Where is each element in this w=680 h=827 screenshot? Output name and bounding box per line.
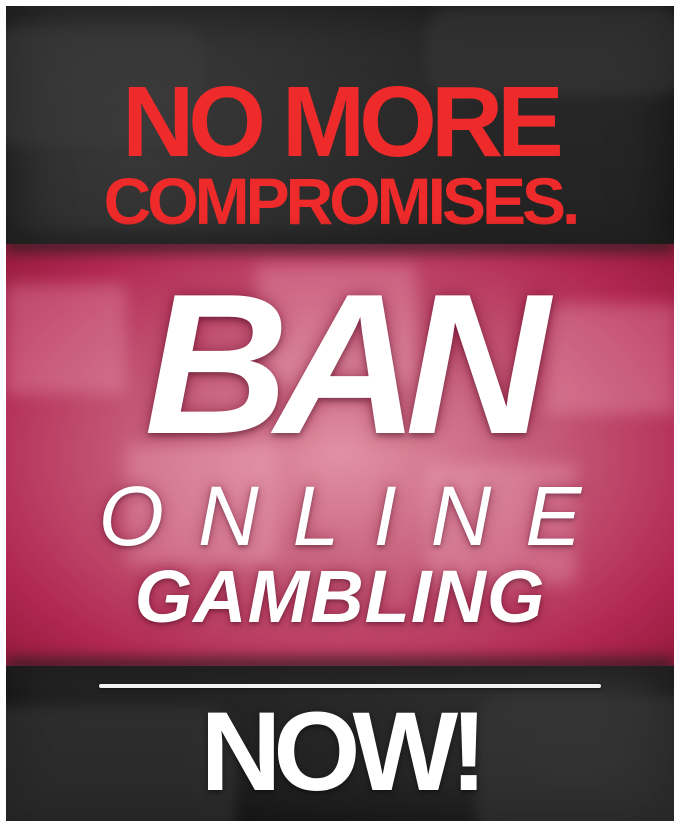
band-edge-shadow xyxy=(6,230,674,254)
sub-line-gambling: GAMBLING xyxy=(134,555,546,638)
call-to-action-now: NOW! xyxy=(200,689,487,814)
main-word-ban: BAN xyxy=(144,253,549,476)
poster: NO MORE COMPROMISES. BAN ONLINE GAMBLING… xyxy=(6,6,674,821)
band-edge-shadow xyxy=(6,656,674,680)
headline-compromises: COMPROMISES. xyxy=(103,164,581,238)
sub-line-online: ONLINE xyxy=(98,469,616,563)
headline-no-more: NO MORE xyxy=(122,66,564,178)
divider-line xyxy=(99,684,601,688)
